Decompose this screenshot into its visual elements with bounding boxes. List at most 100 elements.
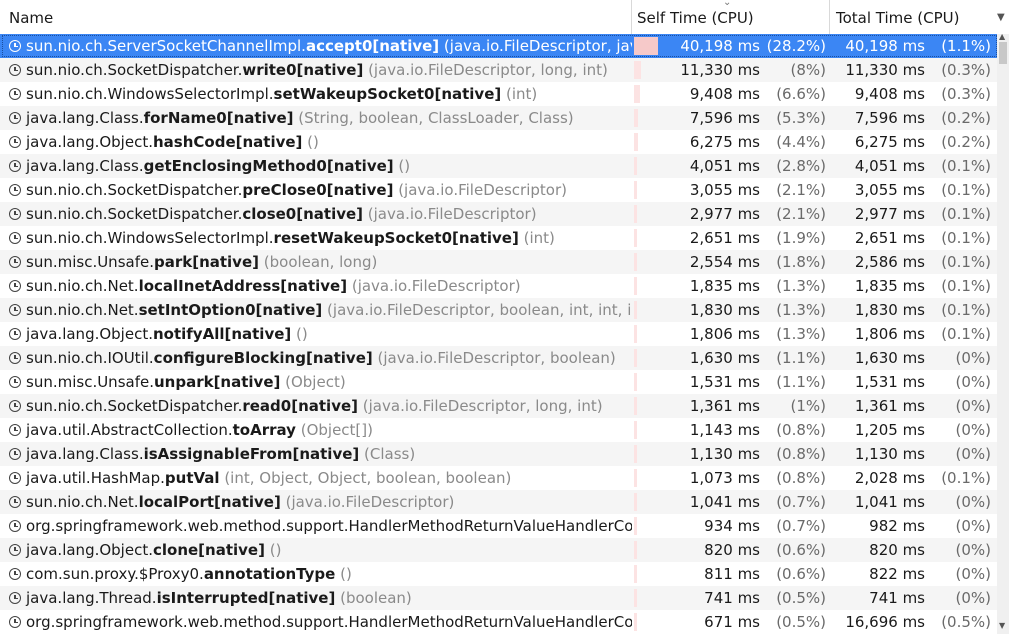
method-name: annotationType xyxy=(203,565,336,583)
table-row[interactable]: org.springframework.web.method.support.H… xyxy=(0,514,997,538)
method-name: hashCode[native] xyxy=(152,133,303,151)
table-row[interactable]: com.sun.proxy.$Proxy0.annotationType () 8… xyxy=(0,562,997,586)
class-name: sun.nio.ch.SocketDispatcher. xyxy=(26,61,243,79)
total-time-percent: (0.1%) xyxy=(941,181,991,199)
clock-icon xyxy=(9,568,21,580)
self-time-percent: (0.8%) xyxy=(776,469,826,487)
self-time-cell: 671 ms (0.5%) xyxy=(632,610,830,634)
self-time-cell: 1,041 ms (0.7%) xyxy=(632,490,830,514)
class-name: java.lang.Thread. xyxy=(26,589,157,607)
column-header-total-time[interactable]: Total Time (CPU) xyxy=(830,0,1009,34)
table-row[interactable]: sun.nio.ch.Net.localPort[native] (java.i… xyxy=(0,490,997,514)
table-row[interactable]: sun.nio.ch.Net.localInetAddress[native] … xyxy=(0,274,997,298)
total-time-cell: 4,051 ms (0.1%) xyxy=(830,154,997,178)
total-time-percent: (0.1%) xyxy=(941,277,991,295)
total-time-percent: (0.1%) xyxy=(941,325,991,343)
self-time-cell: 1,835 ms (1.3%) xyxy=(632,274,830,298)
table-row[interactable]: sun.nio.ch.IOUtil.configureBlocking[nati… xyxy=(0,346,997,370)
table-row[interactable]: sun.nio.ch.SocketDispatcher.write0[nativ… xyxy=(0,58,997,82)
table-row[interactable]: java.util.AbstractCollection.toArray (Ob… xyxy=(0,418,997,442)
clock-icon xyxy=(9,472,21,484)
total-time-cell: 1,361 ms (0%) xyxy=(830,394,997,418)
self-time-percent: (0.6%) xyxy=(776,541,826,559)
self-time-cell: 1,630 ms (1.1%) xyxy=(632,346,830,370)
table-row[interactable]: java.lang.Class.isAssignableFrom[native]… xyxy=(0,442,997,466)
method-params: (java.io.FileDescriptor) xyxy=(347,277,521,295)
self-time-percent: (2.1%) xyxy=(776,181,826,199)
table-row[interactable]: java.lang.Object.hashCode[native] () 6,27… xyxy=(0,130,997,154)
table-row[interactable]: sun.misc.Unsafe.unpark[native] (Object) 1… xyxy=(0,370,997,394)
table-row[interactable]: java.lang.Class.forName0[native] (String… xyxy=(0,106,997,130)
self-time-value: 2,977 ms xyxy=(689,205,760,223)
column-header-name[interactable]: Name xyxy=(0,0,632,34)
total-time-percent: (0%) xyxy=(955,541,991,559)
total-time-value: 2,586 ms xyxy=(854,253,925,271)
self-time-percent: (1.3%) xyxy=(776,301,826,319)
table-row[interactable]: java.lang.Thread.isInterrupted[native] (… xyxy=(0,586,997,610)
clock-icon xyxy=(9,520,21,532)
table-row[interactable]: sun.nio.ch.SocketDispatcher.preClose0[na… xyxy=(0,178,997,202)
table-row[interactable]: sun.nio.ch.ServerSocketChannelImpl.accep… xyxy=(0,34,997,58)
self-time-value: 1,130 ms xyxy=(689,445,760,463)
method-name-cell: sun.nio.ch.Net.localPort[native] (java.i… xyxy=(0,490,632,514)
method-name: isInterrupted[native] xyxy=(156,589,336,607)
class-name: sun.nio.ch.ServerSocketChannelImpl. xyxy=(26,37,306,55)
clock-icon xyxy=(9,256,21,268)
method-name: forName0[native] xyxy=(143,109,294,127)
total-time-value: 1,205 ms xyxy=(854,421,925,439)
total-time-value: 7,596 ms xyxy=(854,109,925,127)
self-time-value: 820 ms xyxy=(704,541,760,559)
method-name-cell: sun.nio.ch.SocketDispatcher.write0[nativ… xyxy=(0,58,632,82)
clock-icon xyxy=(9,448,21,460)
self-time-cell: 2,651 ms (1.9%) xyxy=(632,226,830,250)
method-name: getEnclosingMethod0[native] xyxy=(143,157,394,175)
class-name: java.lang.Object. xyxy=(26,325,153,343)
table-row[interactable]: java.lang.Class.getEnclosingMethod0[nati… xyxy=(0,154,997,178)
table-row[interactable]: sun.nio.ch.SocketDispatcher.close0[nativ… xyxy=(0,202,997,226)
self-time-percent: (1.1%) xyxy=(776,373,826,391)
table-row[interactable]: java.lang.Object.clone[native] () 820 ms (… xyxy=(0,538,997,562)
self-time-value: 1,835 ms xyxy=(689,277,760,295)
table-row[interactable]: sun.nio.ch.WindowsSelectorImpl.resetWake… xyxy=(0,226,997,250)
class-name: sun.nio.ch.Net. xyxy=(26,301,139,319)
total-time-value: 820 ms xyxy=(869,541,925,559)
table-row[interactable]: java.lang.Object.notifyAll[native] () 1,8… xyxy=(0,322,997,346)
total-time-percent: (1.1%) xyxy=(941,37,991,55)
clock-icon xyxy=(9,592,21,604)
table-row[interactable]: org.springframework.web.method.support.H… xyxy=(0,610,997,634)
method-name-cell: java.lang.Class.forName0[native] (String… xyxy=(0,106,632,130)
class-name: java.lang.Class. xyxy=(26,157,144,175)
self-time-cell: 1,830 ms (1.3%) xyxy=(632,298,830,322)
table-row[interactable]: sun.nio.ch.SocketDispatcher.read0[native… xyxy=(0,394,997,418)
total-time-cell: 7,596 ms (0.2%) xyxy=(830,106,997,130)
method-params: (java.io.FileDescriptor, java.io. xyxy=(443,37,632,55)
total-time-cell: 1,130 ms (0%) xyxy=(830,442,997,466)
sort-descending-icon: ⌄ xyxy=(723,0,732,8)
total-time-percent: (0%) xyxy=(955,445,991,463)
table-row[interactable]: sun.misc.Unsafe.park[native] (boolean, l… xyxy=(0,250,997,274)
table-row[interactable]: sun.nio.ch.Net.setIntOption0[native] (ja… xyxy=(0,298,997,322)
table-row[interactable]: java.util.HashMap.putVal (int, Object, O… xyxy=(0,466,997,490)
total-time-value: 1,041 ms xyxy=(854,493,925,511)
class-name: sun.nio.ch.Net. xyxy=(26,493,139,511)
clock-icon xyxy=(9,232,21,244)
self-time-value: 11,330 ms xyxy=(680,61,760,79)
scroll-down-icon[interactable]: ▼ xyxy=(999,622,1005,630)
scroll-up-icon[interactable]: ▲ xyxy=(999,33,1005,41)
total-time-value: 1,830 ms xyxy=(854,301,925,319)
total-time-percent: (0%) xyxy=(955,565,991,583)
scrollbar-thumb[interactable] xyxy=(999,42,1007,64)
total-time-value: 822 ms xyxy=(869,565,925,583)
method-name: unpark[native] xyxy=(153,373,281,391)
self-time-value: 7,596 ms xyxy=(689,109,760,127)
vertical-scrollbar[interactable]: ▲ ▼ xyxy=(997,33,1009,634)
table-row[interactable]: sun.nio.ch.WindowsSelectorImpl.setWakeup… xyxy=(0,82,997,106)
method-params: (boolean) xyxy=(335,589,412,607)
method-name: setWakeupSocket0[native] xyxy=(273,85,502,103)
total-time-value: 1,531 ms xyxy=(854,373,925,391)
self-time-value: 2,554 ms xyxy=(689,253,760,271)
total-time-cell: 1,806 ms (0.1%) xyxy=(830,322,997,346)
method-name-cell: sun.nio.ch.SocketDispatcher.read0[native… xyxy=(0,394,632,418)
chevron-down-icon[interactable]: ▼ xyxy=(997,12,1005,24)
method-name-cell: sun.misc.Unsafe.unpark[native] (Object) xyxy=(0,370,632,394)
